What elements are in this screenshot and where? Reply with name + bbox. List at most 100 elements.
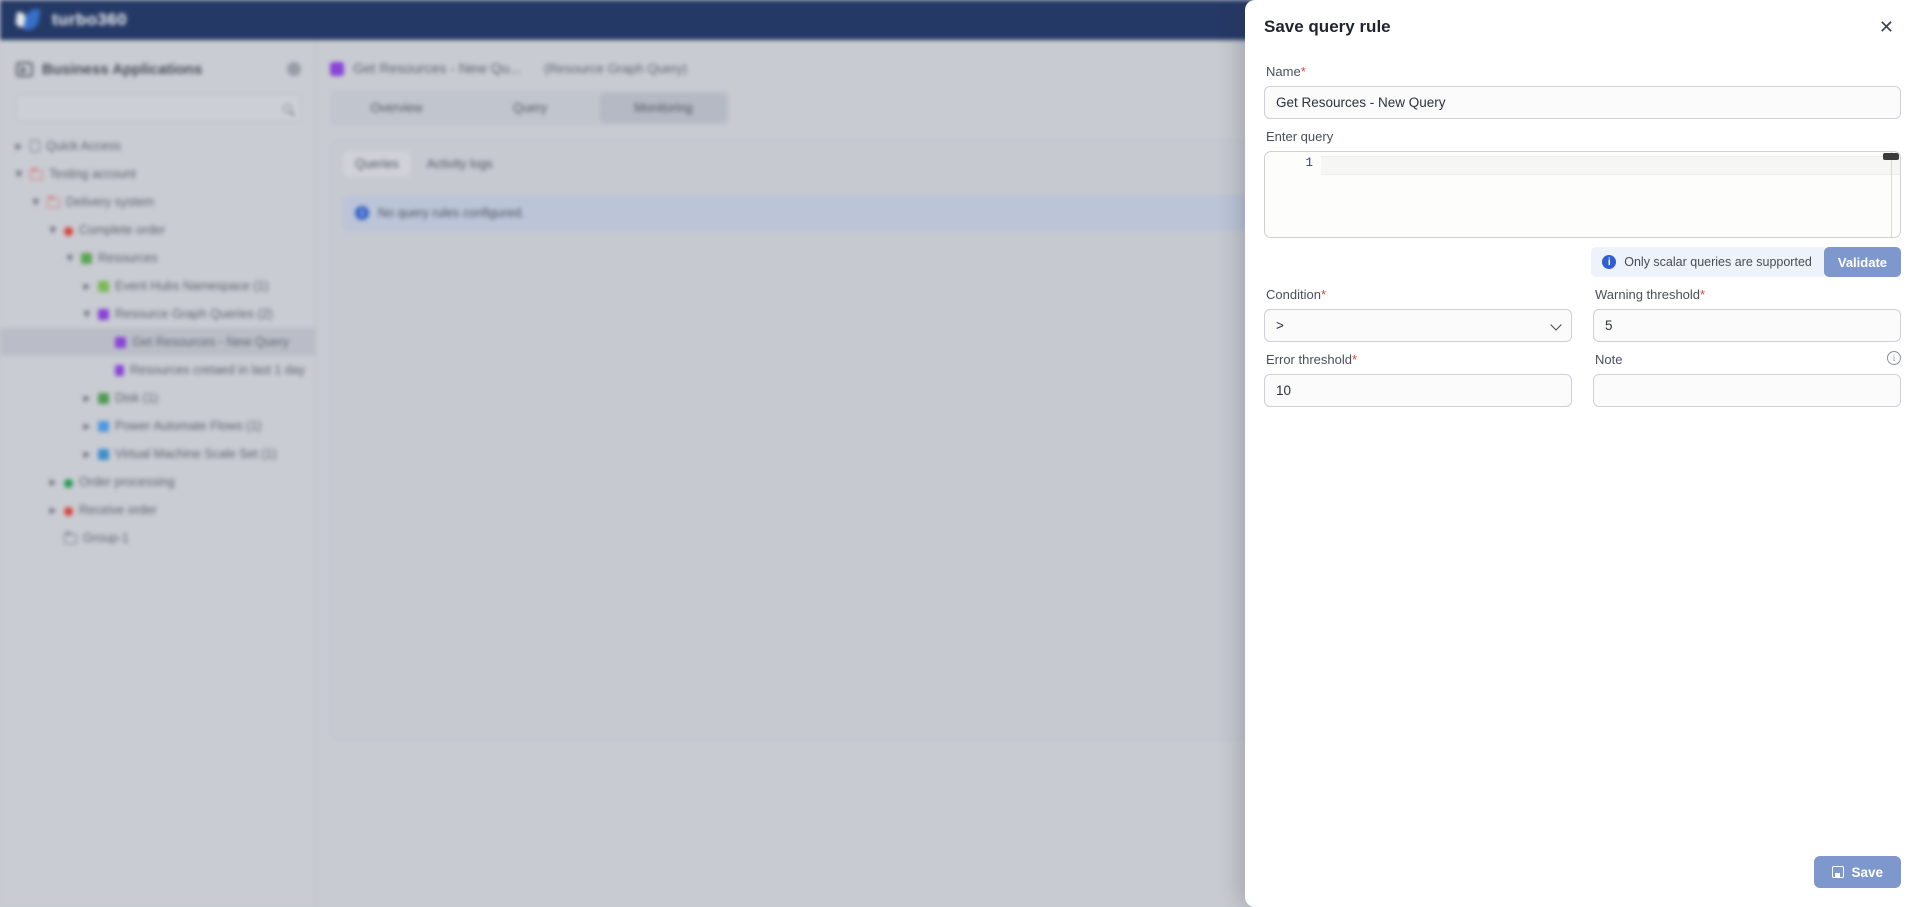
hint-text: Only scalar queries are supported — [1624, 255, 1812, 269]
resource-graph-query-icon — [115, 337, 126, 348]
sidebar-item-label: Group-1 — [83, 531, 129, 545]
chevron-right-icon[interactable]: ▶ — [48, 477, 58, 488]
search-input[interactable] — [16, 94, 301, 122]
subtab-activity-logs[interactable]: Activity logs — [415, 151, 505, 177]
resource-group-icon — [81, 253, 92, 264]
folder-icon — [30, 168, 43, 180]
resource-graph-query-icon — [330, 61, 344, 76]
page-title: Get Resources - New Qu... — [353, 60, 522, 76]
subtab-queries[interactable]: Queries — [343, 151, 411, 177]
save-button[interactable]: Save — [1814, 856, 1901, 888]
validate-row: i Only scalar queries are supported Vali… — [1264, 247, 1901, 277]
sidebar-item-label: Testing account — [49, 167, 136, 181]
query-editor[interactable]: 1 — [1264, 151, 1901, 238]
sidebar-item[interactable]: ▶Resources cretaed in last 1 day — [0, 356, 315, 384]
status-dot-icon — [64, 478, 73, 488]
sidebar-item-label: Resources cretaed in last 1 day — [129, 363, 305, 377]
warning-threshold-input[interactable] — [1593, 309, 1901, 342]
alert-text: No query rules configured. — [378, 206, 525, 220]
sidebar-item[interactable]: ▶ Event Hubs Namespace (1) — [0, 272, 315, 300]
resource-graph-query-icon — [115, 365, 124, 376]
name-label: Name* — [1266, 64, 1306, 79]
info-icon: i — [355, 206, 369, 220]
sidebar-item-label: Disk (1) — [115, 391, 159, 405]
chevron-right-icon[interactable]: ▶ — [14, 141, 24, 152]
chevron-down-icon[interactable]: ▶ — [14, 169, 25, 179]
sidebar-item[interactable]: ▶ Power Automate Flows (1) — [0, 412, 315, 440]
status-dot-icon — [64, 506, 73, 516]
chevron-right-icon[interactable]: ▶ — [82, 421, 92, 432]
tab-overview[interactable]: Overview — [333, 93, 460, 123]
tab-monitoring[interactable]: Monitoring — [599, 93, 727, 123]
editor-indent-guide — [1891, 152, 1892, 237]
event-hubs-icon — [98, 281, 109, 292]
chevron-right-icon[interactable]: ▶ — [48, 505, 58, 516]
sidebar-item[interactable]: ▶ Complete order — [0, 216, 315, 244]
page-subtitle: (Resource Graph Query) — [544, 60, 688, 76]
scalar-query-hint: i Only scalar queries are supported — [1591, 247, 1824, 277]
folder-icon-grey — [64, 532, 77, 544]
dialog-footer: Save — [1245, 856, 1920, 907]
sidebar-item-label: Delivery system — [66, 195, 155, 209]
error-threshold-label: Error threshold* — [1266, 352, 1358, 367]
note-input[interactable] — [1593, 374, 1901, 407]
sidebar-item-label: Virtual Machine Scale Set (1) — [115, 447, 277, 461]
sidebar-item-label: Complete order — [79, 223, 166, 237]
gear-icon[interactable] — [287, 62, 301, 76]
sidebar-item[interactable]: ▶ Virtual Machine Scale Set (1) — [0, 440, 315, 468]
turbo360-logo-icon[interactable] — [15, 9, 42, 31]
sidebar-item-label: Get Resources - New Query — [132, 335, 289, 349]
search-icon — [283, 103, 292, 113]
warning-threshold-label: Warning threshold* — [1595, 287, 1706, 302]
validate-button[interactable]: Validate — [1823, 247, 1901, 277]
sidebar-item[interactable]: ▶ Quick Access — [0, 132, 315, 160]
required-marker: * — [1300, 64, 1306, 79]
disk-icon — [98, 393, 109, 404]
sidebar-item-label: Power Automate Flows (1) — [115, 419, 262, 433]
chevron-down-icon[interactable]: ▶ — [65, 253, 76, 263]
chevron-right-icon[interactable]: ▶ — [82, 449, 92, 460]
chevron-down-icon[interactable]: ▶ — [48, 225, 59, 235]
brand-name: turbo360 — [52, 10, 127, 29]
editor-line-numbers: 1 — [1305, 156, 1313, 170]
sidebar-title: Business Applications — [42, 60, 203, 78]
close-icon[interactable]: ✕ — [1875, 16, 1898, 38]
query-label: Enter query — [1266, 129, 1334, 144]
vm-scale-set-icon — [98, 449, 109, 460]
sidebar-item[interactable]: ▶ Receive order — [0, 496, 315, 524]
sidebar-item-label: Event Hubs Namespace (1) — [115, 279, 269, 293]
sidebar-item[interactable]: ▶ Order processing — [0, 468, 315, 496]
chevron-down-icon[interactable]: ▶ — [31, 197, 42, 207]
condition-label: Condition* — [1266, 287, 1326, 302]
name-input[interactable] — [1264, 86, 1901, 119]
condition-select[interactable]: >>=<<==!= — [1264, 309, 1572, 342]
dialog-title: Save query rule — [1264, 17, 1391, 36]
sidebar-item-label: Resources — [98, 251, 158, 265]
dialog-body: Name* Enter query 1 i Only scalar querie… — [1245, 48, 1920, 856]
editor-scrollbar[interactable] — [1883, 153, 1899, 160]
editor-content[interactable] — [1321, 152, 1900, 237]
sidebar-item-label: Receive order — [79, 503, 157, 517]
sidebar-item[interactable]: ▶ Disk (1) — [0, 384, 315, 412]
chevron-right-icon[interactable]: ▶ — [82, 281, 92, 292]
info-circle-icon[interactable]: i — [1887, 351, 1901, 365]
error-threshold-input[interactable] — [1264, 374, 1572, 407]
note-label: Note — [1595, 352, 1623, 367]
sidebar-header: Business Applications — [0, 40, 315, 84]
status-dot-icon — [64, 226, 73, 236]
business-applications-icon — [16, 61, 33, 77]
sidebar-item[interactable]: ▶Group-1 — [0, 524, 315, 552]
chevron-right-icon[interactable]: ▶ — [82, 393, 92, 404]
sidebar-item[interactable]: ▶ Testing account — [0, 160, 315, 188]
sidebar-item[interactable]: ▶ Resource Graph Queries (2) — [0, 300, 315, 328]
info-icon: i — [1602, 255, 1617, 269]
resource-graph-query-icon — [98, 309, 109, 320]
chevron-down-icon[interactable]: ▶ — [82, 309, 93, 319]
sidebar-item[interactable]: ▶ Resources — [0, 244, 315, 272]
tab-query[interactable]: Query — [466, 93, 593, 123]
save-floppy-icon — [1832, 866, 1845, 878]
save-button-label: Save — [1851, 864, 1883, 880]
sidebar-item[interactable]: ▶Get Resources - New Query — [0, 328, 315, 356]
sidebar-item[interactable]: ▶ Delivery system — [0, 188, 315, 216]
save-query-rule-dialog: Save query rule ✕ Name* Enter query 1 i … — [1245, 0, 1920, 907]
